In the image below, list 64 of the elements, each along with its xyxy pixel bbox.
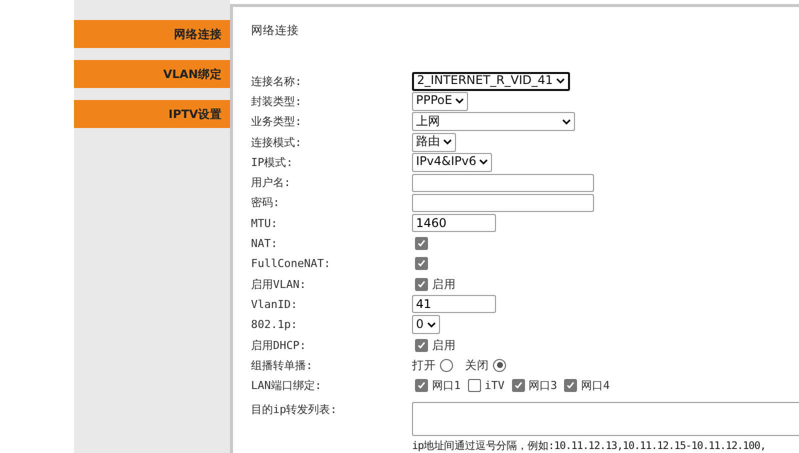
field-label: 用户名: xyxy=(251,175,292,190)
check-icon xyxy=(514,381,522,390)
field-label: 启用VLAN: xyxy=(251,276,308,292)
field-label: 组播转单播: xyxy=(251,358,314,373)
checkbox[interactable] xyxy=(415,338,428,352)
dropdown[interactable]: 2_INTERNET_R_VID_41 xyxy=(412,72,570,91)
radio-label: 打开 xyxy=(412,358,436,373)
checkbox[interactable] xyxy=(415,379,428,392)
field-label: FullConeNAT: xyxy=(251,257,332,270)
field-label: NAT: xyxy=(251,237,278,250)
field-label: 802.1p: xyxy=(251,318,298,332)
text-area[interactable] xyxy=(412,402,799,436)
section-title: 网络连接 xyxy=(251,23,300,39)
check-icon xyxy=(417,239,426,248)
chevron-icon xyxy=(562,118,571,125)
input-field[interactable]: 1460 xyxy=(412,214,496,232)
field-label: 封装类型: xyxy=(251,94,303,109)
field-label: 启用DHCP: xyxy=(251,338,308,352)
input-field[interactable]: 41 xyxy=(412,295,496,314)
checkbox-label: 启用 xyxy=(432,338,456,352)
radio-label: 关闭 xyxy=(465,358,489,373)
check-icon xyxy=(566,381,576,390)
input-field[interactable] xyxy=(412,174,594,192)
input-field[interactable] xyxy=(412,194,594,212)
dropdown[interactable]: 路由 xyxy=(412,132,456,152)
dropdown[interactable]: IPv4&IPv6 xyxy=(412,152,492,172)
dropdown[interactable]: 0 xyxy=(412,315,440,334)
chevron-icon xyxy=(455,98,464,104)
field-label: 目的ip转发列表: xyxy=(251,402,338,417)
check-icon xyxy=(417,259,426,268)
sidebar-item[interactable]: VLAN绑定 xyxy=(74,60,230,88)
chevron-icon xyxy=(479,159,488,166)
checkbox[interactable] xyxy=(415,278,428,291)
sidebar-item[interactable]: 网络连接 xyxy=(74,20,230,48)
chevron-icon xyxy=(426,322,436,328)
field-label: 密码: xyxy=(251,195,281,210)
checkbox[interactable] xyxy=(415,257,428,270)
checkbox[interactable] xyxy=(415,237,428,250)
checkbox-label: 启用 xyxy=(432,276,456,292)
checkbox-label: 网口1 xyxy=(432,378,461,394)
field-label: 连接模式: xyxy=(251,134,303,150)
hint-text: ip地址间通过逗号分隔，例如:10.11.12.13,10.11.12.15-10.11.12.100, xyxy=(412,438,767,453)
field-label: 业务类型: xyxy=(251,114,303,130)
checkbox[interactable] xyxy=(512,379,524,392)
checkbox-label: 网口3 xyxy=(528,378,558,394)
field-label: LAN端口绑定: xyxy=(251,378,322,394)
field-label: MTU: xyxy=(251,216,278,230)
field-label: 连接名称: xyxy=(251,74,303,89)
radio-button[interactable] xyxy=(440,358,453,372)
radio-button[interactable] xyxy=(493,358,506,372)
field-label: VlanID: xyxy=(251,298,298,311)
sidebar-item[interactable]: IPTV设置 xyxy=(74,100,230,128)
dropdown[interactable]: PPPoE xyxy=(412,92,468,111)
check-icon xyxy=(417,340,426,350)
chevron-icon xyxy=(556,78,565,84)
dropdown[interactable]: 上网 xyxy=(412,112,575,132)
chevron-icon xyxy=(443,139,452,146)
check-icon xyxy=(417,381,426,390)
check-icon xyxy=(417,280,426,289)
checkbox[interactable] xyxy=(468,379,481,392)
checkbox[interactable] xyxy=(564,379,578,392)
checkbox-label: iTV xyxy=(484,379,504,392)
checkbox-label: 网口4 xyxy=(581,378,610,394)
field-label: IP模式: xyxy=(251,154,294,170)
